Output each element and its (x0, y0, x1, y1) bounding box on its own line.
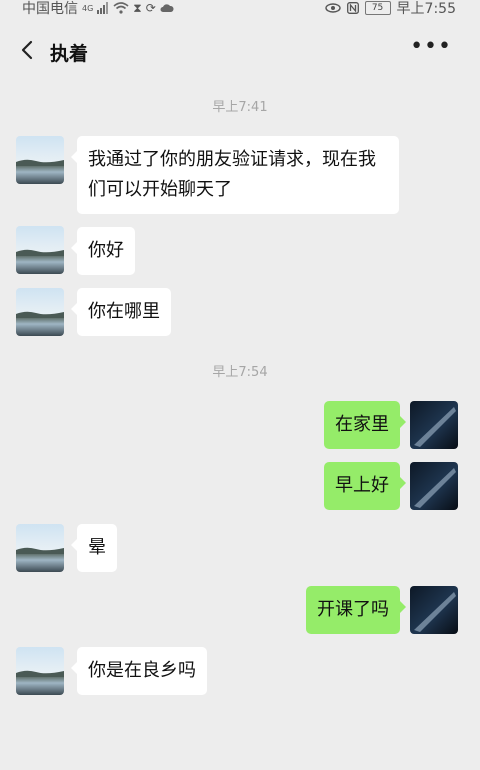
wifi-icon (113, 2, 129, 14)
alarm-icon: ⧗ (133, 0, 142, 15)
message-bubble-self[interactable]: 开课了吗 (306, 586, 406, 634)
timestamp: 早上7:41 (212, 100, 268, 115)
contact-avatar[interactable] (16, 524, 64, 572)
contact-avatar[interactable] (16, 136, 64, 184)
message-text: 早上好 (335, 475, 389, 496)
message-text: 在家里 (335, 414, 389, 435)
status-bar: 中国电信 4G ⧗ ⟳ 75 早上7:55 (0, 0, 480, 18)
status-time: 早上7:55 (396, 1, 456, 17)
status-right: 75 早上7:55 (324, 0, 456, 18)
message-bubble-self[interactable]: 在家里 (324, 401, 406, 449)
contact-avatar[interactable] (16, 226, 64, 274)
chat-title: 执着 (50, 43, 89, 65)
message-bubble-self[interactable]: 早上好 (324, 462, 406, 510)
message-text: 我通过了你的朋友验证请求，现在我们可以开始聊天了 (88, 149, 376, 200)
nfc-icon (346, 2, 359, 14)
chat-header: 执着 ••• (0, 28, 480, 74)
signal-icon (97, 2, 109, 14)
contact-avatar[interactable] (16, 647, 64, 695)
message-text: 你好 (88, 240, 124, 261)
message-bubble[interactable]: 晕 (71, 524, 117, 572)
self-avatar[interactable] (410, 586, 458, 634)
network-type: 4G (82, 3, 94, 13)
message-bubble[interactable]: 我通过了你的朋友验证请求，现在我们可以开始聊天了 (71, 136, 399, 214)
carrier-name: 中国电信 (22, 1, 78, 17)
more-icon[interactable]: ••• (410, 36, 452, 58)
self-avatar[interactable] (410, 462, 458, 510)
message-text: 你是在良乡吗 (88, 660, 196, 681)
battery-indicator: 75 (364, 1, 391, 15)
self-avatar[interactable] (410, 401, 458, 449)
back-arrow-icon[interactable] (16, 38, 40, 62)
timestamp: 早上7:54 (212, 365, 268, 380)
message-text: 开课了吗 (317, 599, 389, 620)
status-left: 中国电信 4G ⧗ ⟳ (22, 0, 174, 18)
cloud-icon (160, 4, 174, 12)
message-bubble[interactable]: 你是在良乡吗 (71, 647, 207, 695)
message-bubble[interactable]: 你在哪里 (71, 288, 171, 336)
contact-avatar[interactable] (16, 288, 64, 336)
message-text: 你在哪里 (88, 301, 160, 322)
message-bubble[interactable]: 你好 (71, 227, 135, 275)
sync-icon: ⟳ (145, 1, 156, 15)
eye-icon (324, 3, 341, 13)
message-text: 晕 (88, 537, 106, 558)
